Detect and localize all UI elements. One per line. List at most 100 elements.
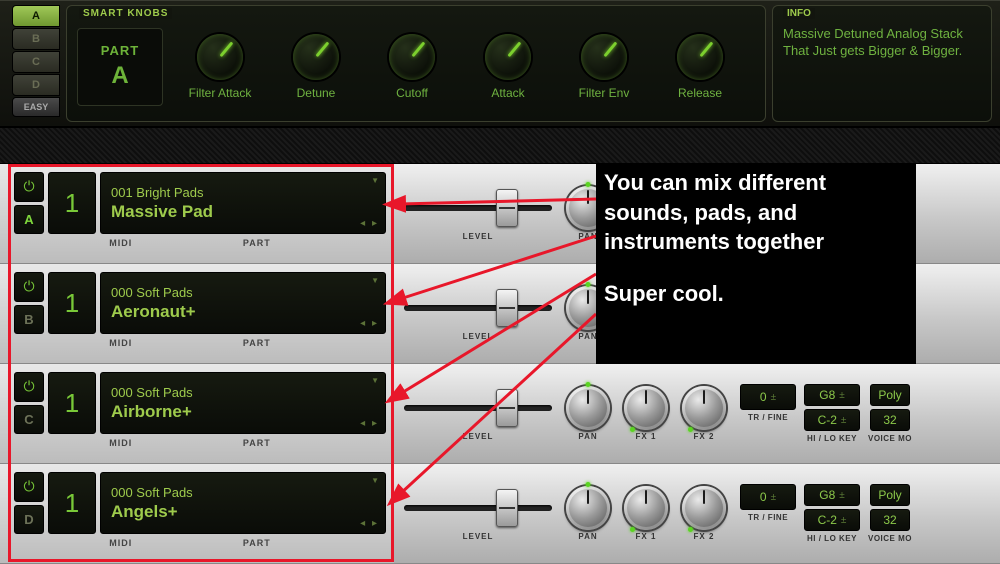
level-label: LEVEL [463, 332, 494, 341]
patch-nav-icon[interactable]: ◂ ▸ [360, 218, 379, 229]
annotation-line: Super cool. [604, 279, 908, 309]
part-select-button[interactable]: D [14, 505, 44, 535]
transpose-cell[interactable]: 0± [740, 484, 796, 510]
patch-category: 000 Soft Pads [111, 285, 375, 300]
patch-nav-icon[interactable]: ◂ ▸ [360, 418, 379, 429]
poly-cell[interactable]: Poly [870, 484, 910, 506]
part-row-d: ⏻ D 1 ▼ 000 Soft Pads Angels+ ◂ ▸ MIDI P… [0, 464, 1000, 564]
info-panel: INFO Massive Detuned Analog Stack That J… [772, 5, 992, 122]
patch-category: 001 Bright Pads [111, 185, 375, 200]
pan-knob[interactable] [566, 386, 610, 430]
power-icon: ⏻ [23, 478, 34, 495]
pan-label: PAN [578, 432, 597, 441]
part-label: PART [243, 338, 271, 348]
midi-label: MIDI [109, 438, 132, 448]
part-label: PART [243, 538, 271, 548]
knob-label: Filter Attack [189, 86, 252, 100]
power-button[interactable]: ⏻ [14, 272, 44, 302]
midi-channel[interactable]: 1 [48, 372, 96, 434]
knob-release[interactable] [677, 34, 723, 80]
part-left: ⏻ C 1 ▼ 000 Soft Pads Airborne+ ◂ ▸ MIDI… [0, 364, 394, 464]
midi-label: MIDI [109, 238, 132, 248]
hikey-cell[interactable]: G8± [804, 484, 860, 506]
hilo-label: HI / LO KEY [807, 534, 857, 543]
hilo-label: HI / LO KEY [807, 434, 857, 443]
patch-nav-icon[interactable]: ◂ ▸ [360, 518, 379, 529]
part-select-button[interactable]: C [14, 405, 44, 435]
info-text: Massive Detuned Analog Stack That Just g… [783, 26, 981, 60]
part-row-c: ⏻ C 1 ▼ 000 Soft Pads Airborne+ ◂ ▸ MIDI… [0, 364, 1000, 464]
knob-label: Cutoff [396, 86, 428, 100]
level-slider[interactable] [404, 186, 552, 230]
fx2-knob[interactable] [682, 386, 726, 430]
patch-category: 000 Soft Pads [111, 385, 375, 400]
part-label: PART [101, 43, 139, 58]
annotation-callout: You can mix different sounds, pads, and … [596, 164, 916, 364]
midi-channel[interactable]: 1 [48, 272, 96, 334]
dropdown-icon: ▼ [371, 376, 379, 385]
power-button[interactable]: ⏻ [14, 372, 44, 402]
smart-knobs-title: SMART KNOBS [79, 8, 172, 19]
knob-filter-attack[interactable] [197, 34, 243, 80]
patch-lcd[interactable]: ▼ 000 Soft Pads Angels+ ◂ ▸ [100, 472, 386, 534]
part-select-button[interactable]: B [14, 305, 44, 335]
tab-a[interactable]: A [12, 5, 60, 27]
dropdown-icon: ▼ [371, 276, 379, 285]
power-icon: ⏻ [23, 378, 34, 395]
fx2-label: FX 2 [694, 532, 715, 541]
power-button[interactable]: ⏻ [14, 172, 44, 202]
info-title: INFO [783, 8, 815, 19]
knob-label: Detune [297, 86, 336, 100]
tab-c[interactable]: C [12, 51, 60, 73]
hikey-cell[interactable]: G8± [804, 384, 860, 406]
knob-label: Filter Env [579, 86, 630, 100]
patch-lcd[interactable]: ▼ 001 Bright Pads Massive Pad ◂ ▸ [100, 172, 386, 234]
part-right: LEVEL PAN FX 1 FX 2 0± TR / FINE [394, 464, 1000, 564]
part-label: PART [243, 238, 271, 248]
pan-knob[interactable] [566, 486, 610, 530]
tab-column: A B C D EASY [12, 1, 60, 126]
trfine-label: TR / FINE [748, 513, 788, 522]
tab-b[interactable]: B [12, 28, 60, 50]
fx2-label: FX 2 [694, 432, 715, 441]
part-select-button[interactable]: A [14, 205, 44, 235]
part-left: ⏻ B 1 ▼ 000 Soft Pads Aeronaut+ ◂ ▸ MIDI… [0, 264, 394, 364]
dropdown-icon: ▼ [371, 176, 379, 185]
level-slider[interactable] [404, 486, 552, 530]
tab-d[interactable]: D [12, 74, 60, 96]
pan-label: PAN [578, 332, 597, 341]
fx1-knob[interactable] [624, 486, 668, 530]
knob-attack[interactable] [485, 34, 531, 80]
transpose-cell[interactable]: 0± [740, 384, 796, 410]
annotation-line: You can mix different [604, 168, 908, 198]
tab-easy[interactable]: EASY [12, 97, 60, 117]
part-indicator[interactable]: PART A [77, 28, 163, 106]
patch-lcd[interactable]: ▼ 000 Soft Pads Aeronaut+ ◂ ▸ [100, 272, 386, 334]
pan-label: PAN [578, 232, 597, 241]
midi-channel[interactable]: 1 [48, 472, 96, 534]
voices-cell[interactable]: 32 [870, 409, 910, 431]
patch-nav-icon[interactable]: ◂ ▸ [360, 318, 379, 329]
midi-label: MIDI [109, 538, 132, 548]
knob-filter-env[interactable] [581, 34, 627, 80]
fx1-knob[interactable] [624, 386, 668, 430]
midi-channel[interactable]: 1 [48, 172, 96, 234]
fx1-label: FX 1 [636, 532, 657, 541]
lokey-cell[interactable]: C-2± [804, 509, 860, 531]
poly-cell[interactable]: Poly [870, 384, 910, 406]
patch-category: 000 Soft Pads [111, 485, 375, 500]
part-label: PART [243, 438, 271, 448]
trfine-label: TR / FINE [748, 413, 788, 422]
lokey-cell[interactable]: C-2± [804, 409, 860, 431]
voices-cell[interactable]: 32 [870, 509, 910, 531]
level-slider[interactable] [404, 286, 552, 330]
power-icon: ⏻ [23, 278, 34, 295]
power-button[interactable]: ⏻ [14, 472, 44, 502]
annotation-line: sounds, pads, and [604, 198, 908, 228]
knob-cutoff[interactable] [389, 34, 435, 80]
knob-detune[interactable] [293, 34, 339, 80]
fx2-knob[interactable] [682, 486, 726, 530]
pan-label: PAN [578, 532, 597, 541]
level-slider[interactable] [404, 386, 552, 430]
patch-lcd[interactable]: ▼ 000 Soft Pads Airborne+ ◂ ▸ [100, 372, 386, 434]
